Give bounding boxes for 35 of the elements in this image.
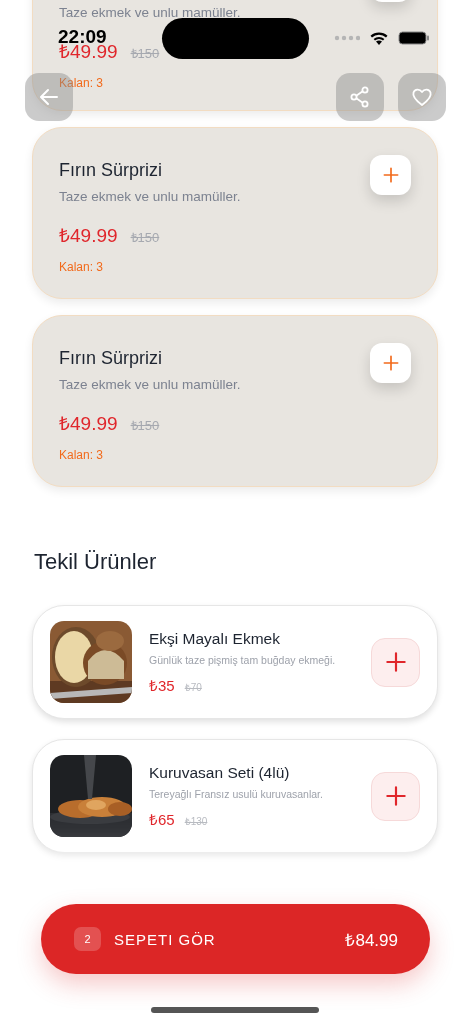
cart-total: ₺84.99 <box>345 929 398 951</box>
battery-icon <box>398 30 430 45</box>
deal-description: Taze ekmek ve unlu mamüller. <box>59 376 242 394</box>
old-price: ₺130 <box>184 814 208 828</box>
add-button[interactable] <box>371 771 420 821</box>
price: ₺49.99 <box>59 224 118 248</box>
old-price: ₺150 <box>130 229 160 246</box>
stock-count: Kalan: 3 <box>59 76 105 90</box>
share-button[interactable] <box>336 73 384 121</box>
stock-count: Kalan: 3 <box>59 448 105 462</box>
old-price: ₺150 <box>130 417 160 434</box>
product-name: Ekşi Mayalı Ekmek <box>149 629 281 648</box>
product-name: Kuruvasan Seti (4lü) <box>149 763 291 782</box>
old-price: ₺70 <box>184 680 202 694</box>
wifi-icon <box>369 30 389 45</box>
deal-description: Taze ekmek ve unlu mamüller. <box>59 4 242 22</box>
price: ₺49.99 <box>59 412 118 436</box>
deal-title: Fırın Sürprizi <box>59 347 163 369</box>
add-button[interactable] <box>370 155 411 195</box>
product-description: Tereyağlı Fransız usulü kuruvasanlar. <box>149 787 324 800</box>
deal-title: Fırın Sürprizi <box>59 159 163 181</box>
stock-count: Kalan: 3 <box>59 260 105 274</box>
price: ₺65 <box>149 809 175 829</box>
price: ₺35 <box>149 675 175 695</box>
deal-description: Taze ekmek ve unlu mamüller. <box>59 188 242 206</box>
section-title: Tekil Ürünler <box>34 549 158 575</box>
old-price: ₺150 <box>130 45 160 62</box>
add-button[interactable] <box>370 343 411 383</box>
add-button[interactable] <box>371 637 420 687</box>
cart-count-badge: 2 <box>74 927 101 951</box>
product-description: Günlük taze pişmiş tam buğday ekmeği. <box>149 653 337 666</box>
signal-icon <box>334 34 360 41</box>
favorite-button[interactable] <box>398 73 446 121</box>
cart-label: SEPETI GÖR <box>114 930 216 948</box>
view-cart-button[interactable]: 2 SEPETI GÖR ₺84.99 <box>41 904 430 974</box>
